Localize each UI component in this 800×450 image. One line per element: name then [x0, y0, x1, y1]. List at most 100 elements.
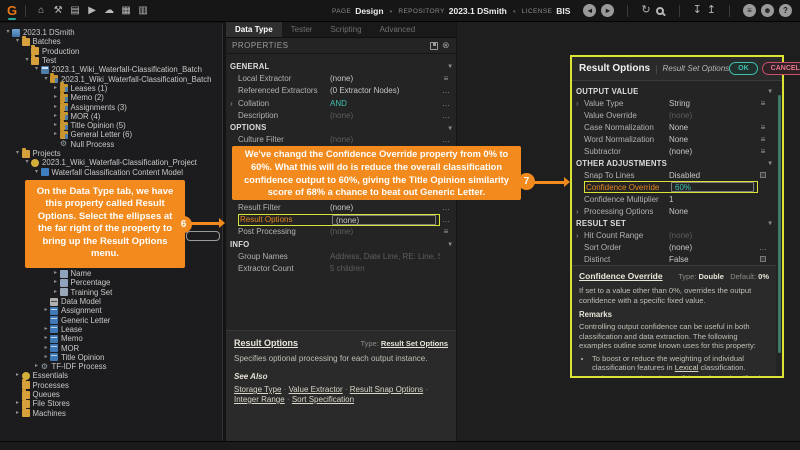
tree-item-essentials[interactable]: ▸Essentials — [0, 371, 222, 380]
property-row-local-extractor[interactable]: Local Extractor(none)≡ — [226, 72, 456, 84]
chevron-down-icon[interactable]: ▾ — [769, 87, 772, 95]
tree-item-assignments-3[interactable]: ▸Assignments (3) — [0, 102, 222, 111]
menu-icon[interactable]: ≡ — [758, 123, 768, 132]
ellipsis-icon[interactable]: … — [440, 86, 452, 95]
ellipsis-icon[interactable]: … — [440, 111, 452, 120]
property-value[interactable]: (none) — [669, 147, 758, 156]
property-value[interactable]: (none) — [332, 215, 436, 225]
property-value[interactable]: (none) — [669, 111, 758, 120]
property-value[interactable]: 5 children — [330, 264, 440, 273]
tree-item-tf-idf-process[interactable]: ▸⚙TF-IDF Process — [0, 362, 222, 371]
tree-expander-icon[interactable]: ▸ — [52, 84, 60, 93]
property-row-confidence-override[interactable]: Confidence Override60% — [572, 181, 776, 193]
home-icon[interactable]: ⌂ — [34, 5, 48, 16]
chevron-down-icon[interactable]: ▾ — [449, 240, 452, 248]
tree-item-null-process[interactable]: ⚙Null Process — [0, 140, 222, 149]
search-icon[interactable] — [656, 7, 664, 15]
expand-icon[interactable]: › — [576, 99, 584, 108]
tab-tester[interactable]: Tester — [282, 22, 322, 37]
property-row-result-options[interactable]: Result Options(none)… — [226, 213, 456, 225]
tree-expander-icon[interactable]: ▸ — [52, 288, 60, 297]
chevron-down-icon[interactable]: ▾ — [449, 124, 452, 132]
tree-expander-icon[interactable]: ▸ — [52, 278, 60, 287]
tree-item-machines[interactable]: ▸Machines — [0, 408, 222, 417]
property-value[interactable]: Address, Date Line, RE: Line, Salut... — [330, 252, 440, 261]
tree-item-name[interactable]: ▸Name — [0, 269, 222, 278]
forward-button[interactable]: ▸ — [601, 4, 614, 17]
refresh-icon[interactable]: ↻ — [641, 4, 650, 17]
property-value[interactable]: None — [669, 123, 758, 132]
property-value[interactable]: 1 — [669, 195, 758, 204]
tree-expander-icon[interactable]: ▸ — [52, 112, 60, 121]
checkbox-icon[interactable] — [758, 171, 768, 180]
checkbox-icon[interactable] — [758, 255, 768, 264]
tree-item-2023-1-dsmith[interactable]: ▾2023.1 DSmith — [0, 28, 222, 37]
save-icon[interactable] — [430, 42, 438, 50]
tree-expander-icon[interactable]: ▸ — [33, 362, 41, 371]
ellipsis-icon[interactable]: … — [440, 203, 452, 212]
cloud-icon[interactable]: ☁ — [102, 5, 116, 16]
tree-expander-icon[interactable]: ▸ — [52, 93, 60, 102]
property-value[interactable]: False — [669, 255, 758, 264]
tree-item-data-model[interactable]: Data Model — [0, 297, 222, 306]
tree-item-generic-letter[interactable]: Generic Letter — [0, 315, 222, 324]
see-also-link-value-extractor[interactable]: Value Extractor — [289, 385, 343, 394]
tree-item-waterfall-classification-content-model[interactable]: ▾Waterfall Classification Content Model — [0, 167, 222, 176]
tree-item-title-opinion-5[interactable]: ▸Title Opinion (5) — [0, 121, 222, 130]
property-value[interactable]: (none) — [330, 111, 440, 120]
property-value[interactable]: String — [669, 99, 758, 108]
property-value[interactable]: None — [669, 135, 758, 144]
tree-expander-icon[interactable]: ▸ — [14, 371, 22, 380]
property-value[interactable]: 60% — [671, 182, 754, 192]
dialog-scrollbar[interactable] — [778, 95, 781, 353]
property-row-culture-filter[interactable]: Culture Filter(none)… — [226, 134, 456, 146]
tree-expander-icon[interactable]: ▸ — [52, 121, 60, 130]
tree-item-file-stores[interactable]: ▸File Stores — [0, 399, 222, 408]
tree-item-assignment[interactable]: ▸Assignment — [0, 306, 222, 315]
property-row-sort-order[interactable]: Sort Order(none)… — [572, 241, 776, 253]
property-row-snap-to-lines[interactable]: Snap To LinesDisabled — [572, 169, 776, 181]
cancel-button[interactable]: CANCEL — [762, 62, 800, 75]
tree-item-mor[interactable]: ▸MOR — [0, 343, 222, 352]
tree-item-percentage[interactable]: ▸Percentage — [0, 278, 222, 287]
property-value[interactable]: (none) — [330, 74, 440, 83]
property-value[interactable]: None — [669, 207, 758, 216]
menu-icon[interactable]: ≡ — [440, 227, 452, 236]
expand-icon[interactable]: › — [576, 231, 584, 240]
property-value[interactable]: (none) — [330, 227, 440, 236]
tree-inline-input[interactable] — [186, 231, 220, 241]
tree-item-memo-2[interactable]: ▸Memo (2) — [0, 93, 222, 102]
repository-value[interactable]: 2023.1 DSmith — [449, 6, 507, 16]
property-row-confidence-multiplier[interactable]: Confidence Multiplier1 — [572, 193, 776, 205]
property-row-value-override[interactable]: Value Override(none) — [572, 109, 776, 121]
property-row-description[interactable]: Description(none)… — [226, 109, 456, 121]
see-also-link-result-snap-options[interactable]: Result Snap Options — [350, 385, 423, 394]
tree-item-mor-4[interactable]: ▸MOR (4) — [0, 112, 222, 121]
tree-item-title-opinion[interactable]: ▸Title Opinion — [0, 353, 222, 362]
back-button[interactable]: ◂ — [583, 4, 596, 17]
upload-icon[interactable]: ↥ — [707, 4, 716, 17]
tree-expander-icon[interactable]: ▾ — [33, 168, 41, 177]
chevron-down-icon[interactable]: ▾ — [449, 62, 452, 70]
type-link[interactable]: Result Set Options — [381, 339, 448, 348]
property-value[interactable]: (none) — [669, 243, 758, 252]
property-row-subtractor[interactable]: Subtractor(none)≡ — [572, 145, 776, 157]
section-header-info[interactable]: INFO▾ — [226, 238, 456, 250]
tree-item-general-letter-6[interactable]: ▸General Letter (6) — [0, 130, 222, 139]
ellipsis-icon[interactable]: … — [440, 99, 452, 108]
menu-icon[interactable]: ≡ — [758, 99, 768, 108]
ellipsis-icon[interactable]: … — [440, 135, 452, 144]
property-row-group-names[interactable]: Group NamesAddress, Date Line, RE: Line,… — [226, 250, 456, 262]
tree-expander-icon[interactable]: ▸ — [42, 353, 50, 362]
property-row-case-normalization[interactable]: Case NormalizationNone≡ — [572, 121, 776, 133]
tab-scripting[interactable]: Scripting — [321, 22, 370, 37]
tree-item-lease[interactable]: ▸Lease — [0, 325, 222, 334]
property-value[interactable]: (0 Extractor Nodes) — [330, 86, 440, 95]
tools-icon[interactable]: ⚒ — [51, 5, 65, 16]
expand-icon[interactable]: › — [576, 207, 584, 216]
stats-icon[interactable]: ▥ — [136, 5, 150, 16]
ellipsis-icon[interactable]: … — [440, 215, 452, 224]
batch-process-icon[interactable]: ▶ — [85, 5, 99, 16]
property-row-extractor-count[interactable]: Extractor Count5 children — [226, 263, 456, 275]
tab-advanced[interactable]: Advanced — [371, 22, 425, 37]
